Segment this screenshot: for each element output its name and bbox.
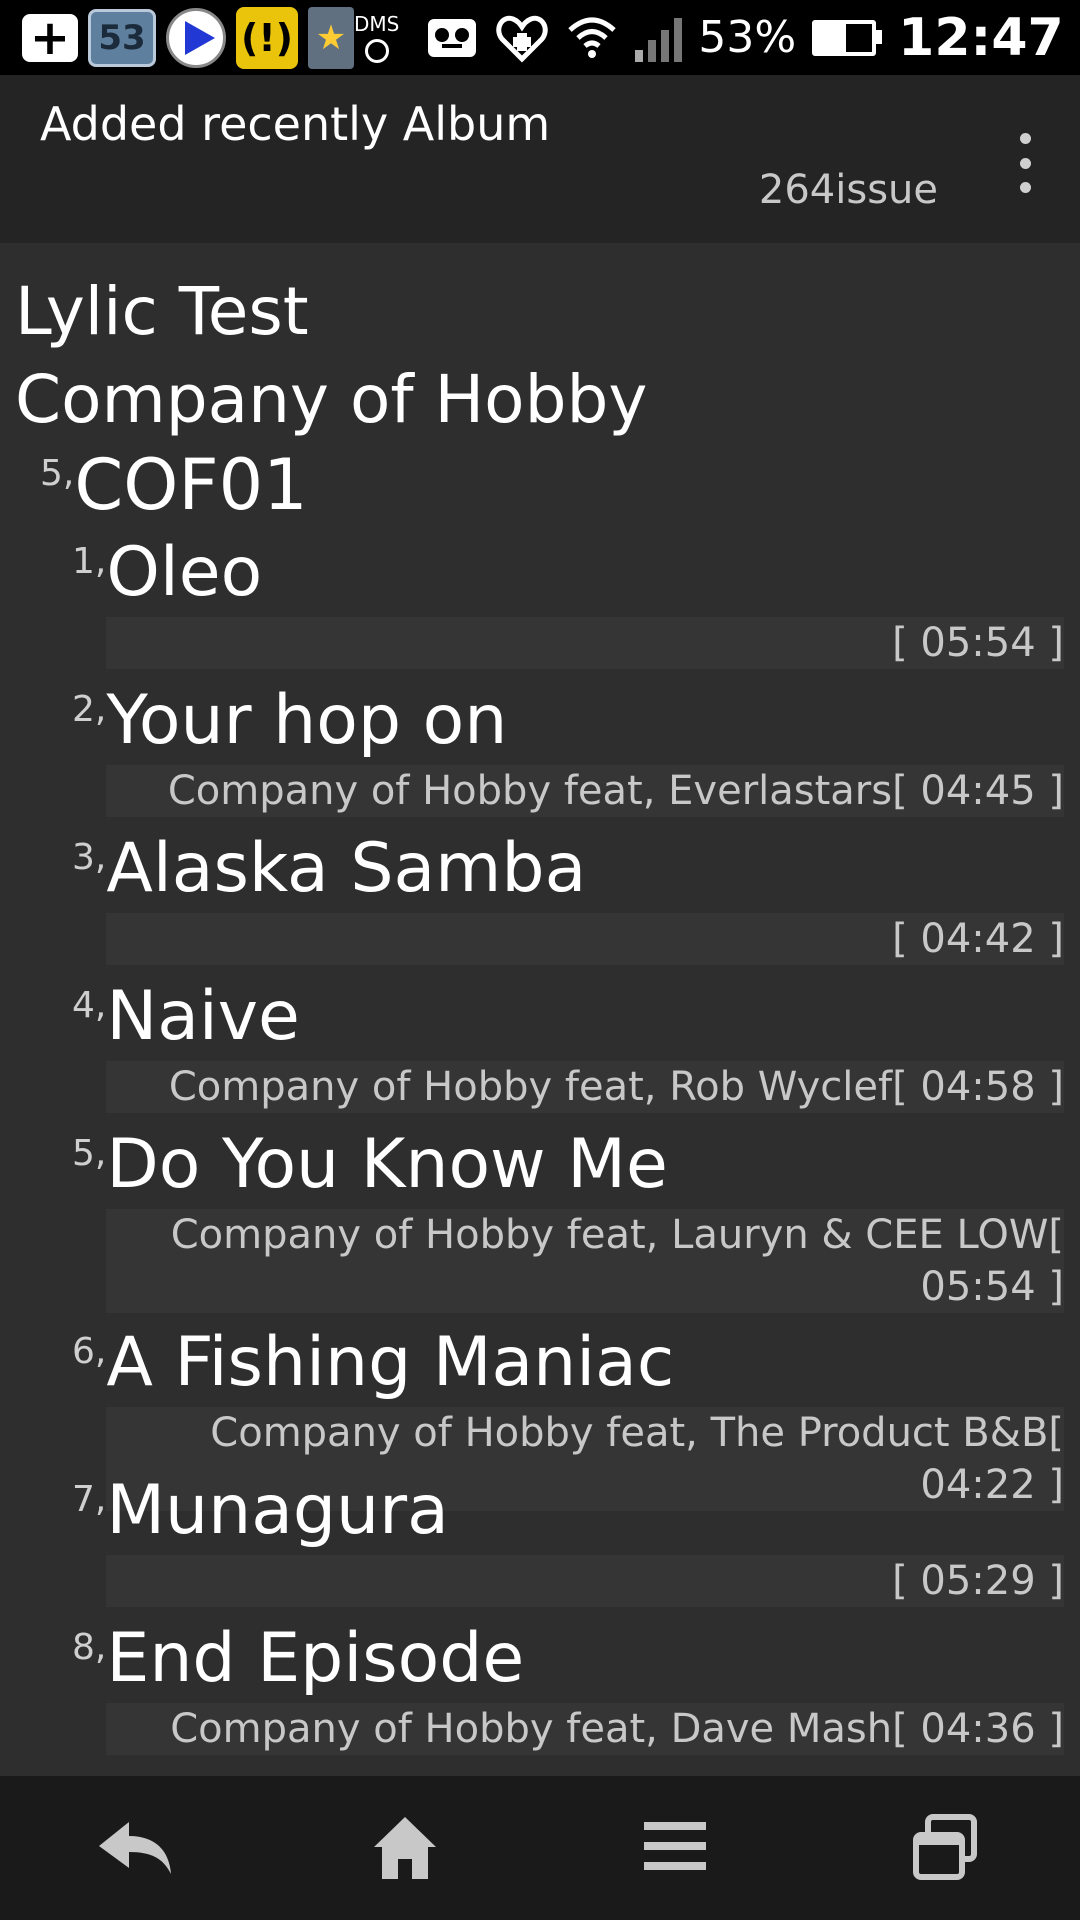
calendar-icon: 53 xyxy=(88,8,156,67)
track-title: Your hop on xyxy=(106,681,508,760)
list-item[interactable]: 3, Alaska Samba [ 04:42 ] xyxy=(72,829,1080,971)
track-detail: [ 05:29 ] xyxy=(106,1555,1064,1607)
action-bar: Added recently Album 264issue xyxy=(0,75,1080,243)
track-number: 8, xyxy=(72,1627,107,1668)
add-icon: + xyxy=(22,10,78,66)
track-title: Munagura xyxy=(106,1471,449,1550)
track-title: A Fishing Maniac xyxy=(106,1323,675,1402)
list-item[interactable]: 4, Naive Company of Hobby feat, Rob Wycle… xyxy=(72,977,1080,1119)
track-title: Naive xyxy=(106,977,300,1056)
wifi-icon xyxy=(565,13,619,63)
home-icon[interactable] xyxy=(345,1798,465,1898)
list-item[interactable]: 5, Do You Know Me Company of Hobby feat, … xyxy=(72,1125,1080,1320)
status-bar: + 53 (!) ★ DMS 53% 12:47 xyxy=(0,0,1080,75)
song-title: Lylic Test xyxy=(15,273,309,350)
track-detail: [ 04:42 ] xyxy=(106,913,1064,965)
overflow-menu-icon[interactable] xyxy=(1010,133,1040,193)
page-subtitle: 264issue xyxy=(758,167,938,213)
navigation-bar xyxy=(0,1776,1080,1920)
app-update-icon: ★ xyxy=(308,6,354,69)
battery-percent: 53% xyxy=(698,12,797,63)
track-number: 6, xyxy=(72,1331,107,1372)
notification-icons: + 53 (!) ★ xyxy=(0,6,354,69)
system-status-icons: DMS 53% 12:47 xyxy=(354,8,1080,68)
list-item[interactable]: 6, A Fishing Maniac Company of Hobby feat… xyxy=(72,1323,1080,1511)
signal-icon xyxy=(635,14,683,62)
track-title: End Episode xyxy=(106,1619,525,1698)
media-play-icon xyxy=(166,7,226,68)
track-number: 5, xyxy=(72,1133,107,1174)
track-detail: [ 05:54 ] xyxy=(106,617,1064,669)
list-item[interactable]: 1, Oleo [ 05:54 ] xyxy=(72,533,1080,675)
clock: 12:47 xyxy=(898,7,1064,68)
recent-apps-icon[interactable] xyxy=(885,1798,1005,1898)
track-detail: Company of Hobby feat, Rob Wyclef[ 04:58… xyxy=(106,1061,1064,1113)
health-icon xyxy=(495,13,549,63)
list-item[interactable]: 8, End Episode Company of Hobby feat, Dav… xyxy=(72,1619,1080,1761)
track-number: 4, xyxy=(72,985,107,1026)
voicemail-icon xyxy=(425,13,479,63)
battery-icon xyxy=(812,19,883,56)
dms-label: DMS xyxy=(354,11,400,36)
track-title: Alaska Samba xyxy=(106,829,587,908)
dms-indicator: DMS xyxy=(354,13,399,63)
track-number: 3, xyxy=(72,837,107,878)
track-number: 1, xyxy=(72,541,107,582)
list-item[interactable]: 2, Your hop on Company of Hobby feat, Eve… xyxy=(72,681,1080,823)
artist-name: Company of Hobby xyxy=(15,361,648,438)
calendar-day: 53 xyxy=(98,17,146,58)
track-number: 7, xyxy=(72,1479,107,1520)
back-icon[interactable] xyxy=(75,1798,195,1898)
track-detail: Company of Hobby feat, Everlastars[ 04:4… xyxy=(106,765,1064,817)
album-number: 5, xyxy=(40,453,75,494)
album-name: COF01 xyxy=(74,444,308,526)
track-number: 2, xyxy=(72,689,107,730)
page-title: Added recently Album xyxy=(40,97,551,151)
track-title: Oleo xyxy=(106,533,263,612)
track-list-view[interactable]: Lylic Test Company of Hobby 5, COF01 1, O… xyxy=(0,243,1080,1776)
warning-icon: (!) xyxy=(236,6,298,69)
track-detail: Company of Hobby feat, Lauryn & CEE LOW[… xyxy=(106,1209,1064,1313)
list-item[interactable]: 7, Munagura [ 05:29 ] xyxy=(72,1471,1080,1613)
track-title: Do You Know Me xyxy=(106,1125,668,1204)
menu-icon[interactable] xyxy=(615,1798,735,1898)
track-detail: Company of Hobby feat, Dave Mash[ 04:36 … xyxy=(106,1703,1064,1755)
album-header[interactable]: 5, COF01 xyxy=(40,445,308,525)
